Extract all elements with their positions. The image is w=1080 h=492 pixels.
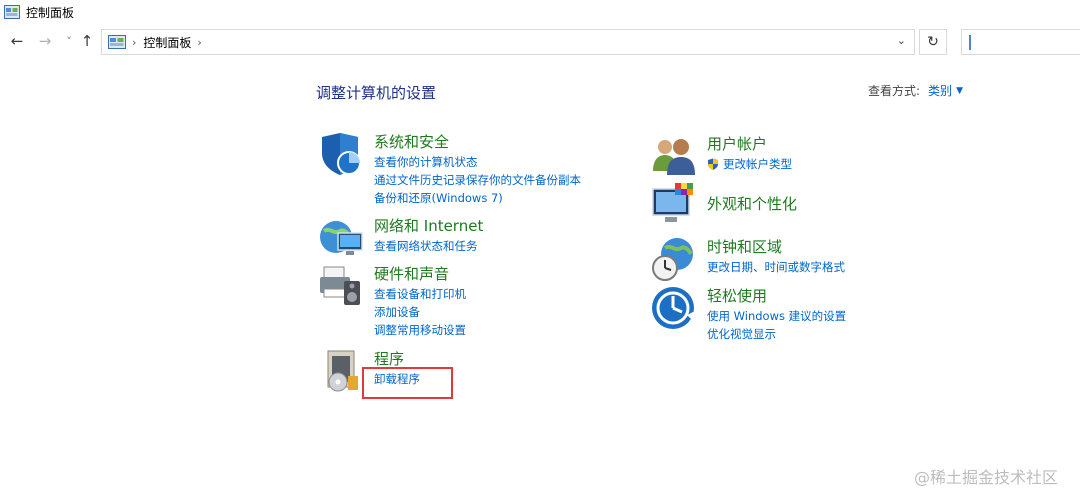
search-input[interactable] <box>961 29 1080 55</box>
navigation-bar: ← → ˅ ↑ › 控制面板 › ⌄ ↻ <box>0 26 1080 58</box>
category-links: 使用 Windows 建议的设置 优化视觉显示 <box>707 307 846 343</box>
category-network-internet: 网络和 Internet 查看网络状态和任务 <box>318 215 618 261</box>
category-hardware-sound: 硬件和声音 查看设备和打印机 添加设备 调整常用移动设置 <box>318 263 618 339</box>
appearance-monitor-icon <box>652 183 693 222</box>
security-shield-icon <box>322 133 361 175</box>
link-network-status[interactable]: 查看网络状态和任务 <box>374 237 478 255</box>
forward-button[interactable]: → <box>36 32 54 50</box>
address-dropdown-button[interactable]: ⌄ <box>897 34 906 47</box>
category-title[interactable]: 系统和安全 <box>374 131 449 152</box>
link-backup-restore[interactable]: 备份和还原(Windows 7) <box>374 189 581 207</box>
view-by-select[interactable]: 类别 <box>928 82 952 99</box>
link-devices-printers[interactable]: 查看设备和打印机 <box>374 285 466 303</box>
link-view-computer-status[interactable]: 查看你的计算机状态 <box>374 153 581 171</box>
link-optimize-visual-display[interactable]: 优化视觉显示 <box>707 325 846 343</box>
category-title[interactable]: 用户帐户 <box>707 133 767 154</box>
category-links: 查看你的计算机状态 通过文件历史记录保存你的文件备份副本 备份和还原(Windo… <box>374 153 581 207</box>
dropdown-arrow-icon[interactable]: ▼ <box>956 86 963 96</box>
category-title[interactable]: 硬件和声音 <box>374 263 449 284</box>
category-title[interactable]: 外观和个性化 <box>707 193 797 214</box>
breadcrumb-control-panel[interactable]: 控制面板 <box>143 34 191 51</box>
link-add-device[interactable]: 添加设备 <box>374 303 466 321</box>
ease-of-access-icon <box>652 287 695 329</box>
link-windows-suggested-settings[interactable]: 使用 Windows 建议的设置 <box>707 307 846 325</box>
category-system-security: 系统和安全 查看你的计算机状态 通过文件历史记录保存你的文件备份副本 备份和还原… <box>318 131 618 205</box>
recent-locations-button[interactable]: ˅ <box>60 32 78 50</box>
link-change-date-time-format[interactable]: 更改日期、时间或数字格式 <box>707 258 845 276</box>
category-links: 查看设备和打印机 添加设备 调整常用移动设置 <box>374 285 466 339</box>
category-links: 更改日期、时间或数字格式 <box>707 258 845 276</box>
category-links: 查看网络状态和任务 <box>374 237 478 255</box>
users-icon <box>653 139 695 175</box>
view-by-label: 查看方式: <box>868 84 921 98</box>
link-file-history[interactable]: 通过文件历史记录保存你的文件备份副本 <box>374 171 581 189</box>
clock-globe-icon <box>652 238 693 281</box>
printer-speaker-icon <box>320 266 360 305</box>
up-button[interactable]: ↑ <box>78 32 96 50</box>
page-heading: 调整计算机的设置 <box>316 84 437 102</box>
category-title[interactable]: 网络和 Internet <box>374 215 483 236</box>
programs-disc-icon <box>327 350 358 392</box>
refresh-button[interactable]: ↻ <box>919 29 947 55</box>
uac-shield-icon <box>708 158 718 170</box>
category-links: 更改帐户类型 <box>707 155 792 173</box>
category-user-accounts: 用户帐户 更改帐户类型 <box>651 133 951 179</box>
category-ease-of-access: 轻松使用 使用 Windows 建议的设置 优化视觉显示 <box>651 285 951 341</box>
category-appearance: 外观和个性化 <box>651 183 951 229</box>
breadcrumb-separator[interactable]: › <box>132 36 136 49</box>
category-title[interactable]: 轻松使用 <box>707 285 767 306</box>
control-panel-icon <box>4 5 20 19</box>
text-cursor <box>969 35 971 50</box>
back-button[interactable]: ← <box>8 32 26 50</box>
highlight-box <box>362 367 453 399</box>
view-by: 查看方式: 类别 ▼ <box>868 82 963 99</box>
watermark: @稀土掘金技术社区 <box>914 468 1059 487</box>
breadcrumb-separator[interactable]: › <box>197 36 201 49</box>
link-mobility-settings[interactable]: 调整常用移动设置 <box>374 321 466 339</box>
link-label[interactable]: 更改帐户类型 <box>723 155 792 173</box>
network-globe-icon <box>320 221 363 255</box>
category-title[interactable]: 时钟和区域 <box>707 236 782 257</box>
category-title[interactable]: 程序 <box>374 348 404 369</box>
link-change-account-type[interactable]: 更改帐户类型 <box>707 155 792 173</box>
title-bar: 控制面板 <box>0 0 1080 24</box>
address-bar[interactable]: › 控制面板 › ⌄ <box>101 29 915 55</box>
window-title: 控制面板 <box>26 5 75 20</box>
control-panel-icon <box>108 35 126 49</box>
category-clock-region: 时钟和区域 更改日期、时间或数字格式 <box>651 236 951 282</box>
